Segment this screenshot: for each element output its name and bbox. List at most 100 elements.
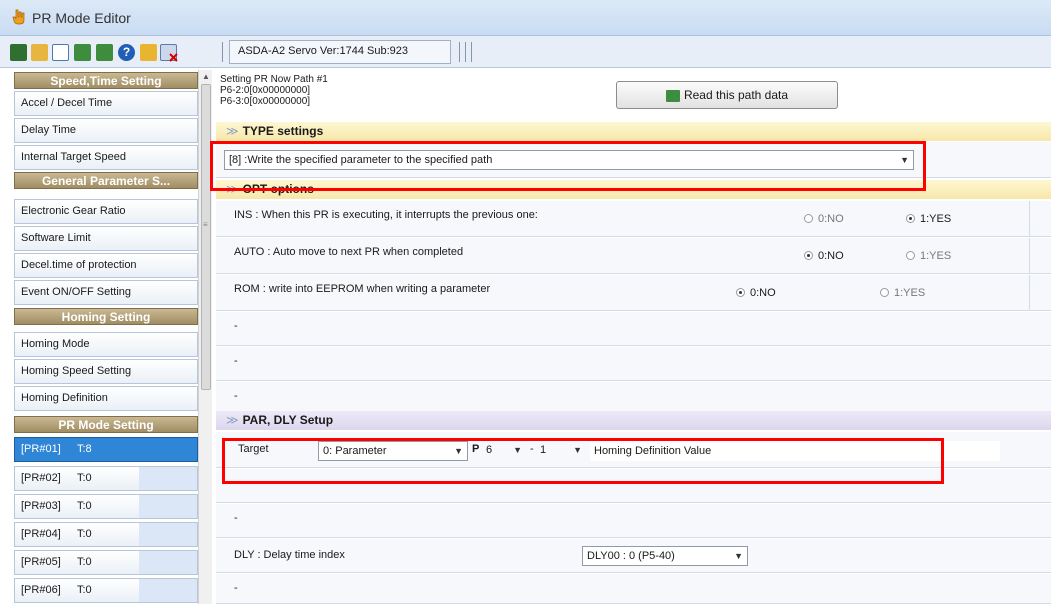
pr-accent: [139, 551, 197, 574]
par-empty-row: -: [216, 504, 1051, 538]
pr-type: T:0: [77, 528, 92, 540]
opt-ins-no-radio[interactable]: 0:NO: [804, 213, 844, 225]
radio-checked-icon: [736, 288, 745, 297]
sidebar-item-decel-time-protection[interactable]: Decel.time of protection: [14, 253, 198, 278]
sidebar-header-homing-setting: Homing Setting: [14, 308, 198, 325]
highlight-box-target: [222, 438, 944, 484]
opt-rom-yes-radio[interactable]: 1:YES: [880, 287, 925, 299]
title-bar: PR Mode Editor: [0, 0, 1051, 36]
sidebar-item-event-on-off-setting[interactable]: Event ON/OFF Setting: [14, 280, 198, 305]
path-info: Setting PR Now Path #1 P6-2:0[0x00000000…: [220, 74, 328, 107]
empty-row-label: -: [234, 582, 238, 594]
sidebar-header-speed-time: Speed,Time Setting: [14, 72, 198, 89]
par-dly-title: PAR, DLY Setup: [242, 413, 334, 427]
empty-row-label: -: [234, 355, 238, 367]
opt-ins-row: INS : When this PR is executing, it inte…: [216, 201, 1051, 237]
scroll-up-arrow-icon[interactable]: ▲: [200, 72, 212, 82]
pr-accent: [139, 523, 197, 546]
pr-accent: [139, 467, 197, 490]
radio-label: 1:YES: [920, 250, 952, 262]
sidebar-header-pr-mode-setting: PR Mode Setting: [14, 416, 198, 433]
sidebar-item-delay-time[interactable]: Delay Time: [14, 118, 198, 143]
opt-auto-no-radio[interactable]: 0:NO: [804, 250, 844, 262]
pr-type: T:8: [77, 443, 92, 455]
read-path-data-label: Read this path data: [683, 88, 789, 102]
collapse-chevron-icon: ≫: [226, 413, 239, 427]
path-info-p6-3: P6-3:0[0x00000000]: [220, 96, 311, 107]
opt-auto-row: AUTO : Auto move to next PR when complet…: [216, 238, 1051, 274]
pr-code: [PR#04]: [21, 528, 61, 540]
par-dly-header[interactable]: ≫ PAR, DLY Setup: [216, 411, 1051, 430]
sidebar-item-homing-speed-setting[interactable]: Homing Speed Setting: [14, 359, 198, 384]
opt-ins-label: INS : When this PR is executing, it inte…: [234, 209, 538, 221]
type-settings-header[interactable]: ≫ TYPE settings: [216, 122, 1051, 141]
dly-value: DLY00 : 0 (P5-40): [587, 550, 675, 562]
lock-icon[interactable]: [140, 44, 157, 61]
opt-auto-yes-radio[interactable]: 1:YES: [906, 250, 951, 262]
sidebar-item-pr03[interactable]: [PR#03] T:0: [14, 494, 198, 519]
radio-label: 1:YES: [894, 287, 926, 299]
opt-empty-row: -: [216, 382, 1051, 412]
par-last-row: -: [216, 574, 1051, 604]
empty-row-label: -: [234, 320, 238, 332]
read-data-icon: [665, 89, 680, 102]
toolbar-separator: [222, 42, 223, 62]
save-icon[interactable]: [10, 44, 27, 61]
scroll-grip-icon: ≡: [203, 220, 208, 229]
sidebar-item-pr01[interactable]: [PR#01] T:8: [14, 437, 198, 462]
row-side-cell: [1029, 238, 1051, 273]
radio-label: 0:NO: [818, 250, 844, 262]
sidebar-item-pr06[interactable]: [PR#06] T:0: [14, 578, 198, 603]
sidebar: Speed,Time Setting Accel / Decel Time De…: [14, 70, 198, 604]
opt-rom-no-radio[interactable]: 0:NO: [736, 287, 776, 299]
toolbar-separator: [465, 42, 466, 62]
upload-icon[interactable]: [74, 44, 91, 61]
radio-checked-icon: [804, 251, 813, 260]
scroll-thumb[interactable]: [201, 84, 211, 390]
radio-label: 1:YES: [920, 213, 952, 225]
version-display: ASDA-A2 Servo Ver:1744 Sub:923: [229, 40, 451, 64]
opt-ins-yes-radio[interactable]: 1:YES: [906, 213, 951, 225]
pr-type: T:0: [77, 472, 92, 484]
help-icon[interactable]: ?: [118, 44, 135, 61]
toolbar-separator: [471, 42, 472, 62]
download-icon[interactable]: [96, 44, 113, 61]
sidebar-item-pr02[interactable]: [PR#02] T:0: [14, 466, 198, 491]
read-path-data-button[interactable]: Read this path data: [616, 81, 838, 109]
path-info-p6-2: P6-2:0[0x00000000]: [220, 85, 311, 96]
sidebar-item-software-limit[interactable]: Software Limit: [14, 226, 198, 251]
dropdown-arrow-icon: ▼: [734, 551, 743, 561]
pr-code: [PR#06]: [21, 584, 61, 596]
sidebar-header-general-parameter: General Parameter S...: [14, 172, 198, 189]
delete-icon[interactable]: [160, 44, 178, 62]
radio-label: 0:NO: [750, 287, 776, 299]
sidebar-item-electronic-gear-ratio[interactable]: Electronic Gear Ratio: [14, 199, 198, 224]
row-side-cell: [1029, 275, 1051, 310]
dly-label: DLY : Delay time index: [234, 549, 345, 561]
dly-select[interactable]: DLY00 : 0 (P5-40) ▼: [582, 546, 748, 566]
opt-rom-row: ROM : write into EEPROM when writing a p…: [216, 275, 1051, 311]
sidebar-item-homing-mode[interactable]: Homing Mode: [14, 332, 198, 357]
empty-row-label: -: [234, 512, 238, 524]
pr-accent: [139, 579, 197, 602]
radio-label: 0:NO: [818, 213, 844, 225]
toolbar: ? ASDA-A2 Servo Ver:1744 Sub:923: [0, 36, 1051, 68]
highlight-box-type: [210, 141, 926, 191]
opt-auto-label: AUTO : Auto move to next PR when complet…: [234, 246, 464, 258]
document-icon[interactable]: [52, 44, 69, 61]
sidebar-item-pr05[interactable]: [PR#05] T:0: [14, 550, 198, 575]
open-folder-icon[interactable]: [31, 44, 48, 61]
sidebar-item-homing-definition[interactable]: Homing Definition: [14, 386, 198, 411]
type-settings-title: TYPE settings: [242, 124, 324, 138]
row-side-cell: [1029, 201, 1051, 236]
pr-code: [PR#05]: [21, 556, 61, 568]
sidebar-item-internal-target-speed[interactable]: Internal Target Speed: [14, 145, 198, 170]
radio-icon: [804, 214, 813, 223]
pr-accent: [139, 495, 197, 518]
pr-type: T:0: [77, 584, 92, 596]
sidebar-item-pr04[interactable]: [PR#04] T:0: [14, 522, 198, 547]
pr-accent: [139, 438, 197, 461]
path-info-title: Setting PR Now Path #1: [220, 74, 328, 85]
window-title: PR Mode Editor: [32, 10, 131, 26]
sidebar-item-accel-decel-time[interactable]: Accel / Decel Time: [14, 91, 198, 116]
